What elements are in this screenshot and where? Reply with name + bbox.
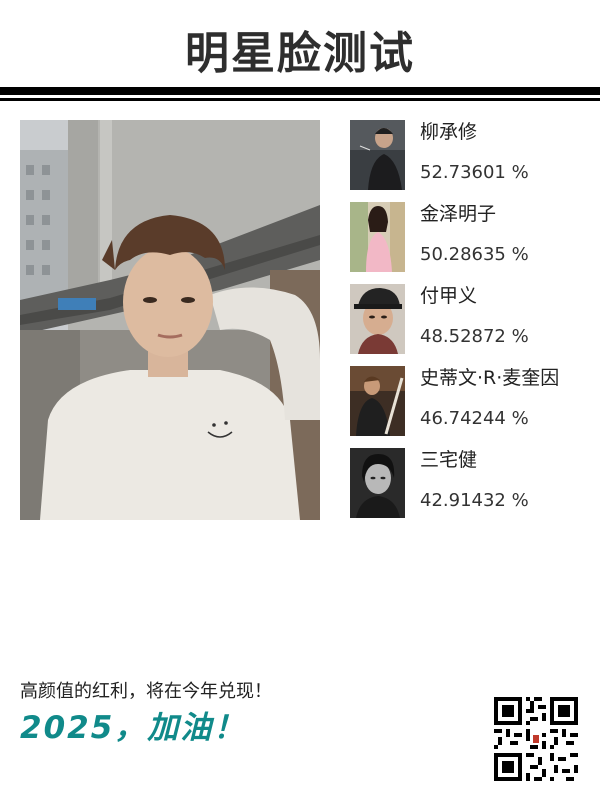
celebrity-portrait-icon bbox=[350, 366, 405, 436]
celebrity-portrait-icon bbox=[350, 284, 405, 354]
celebrity-name: 柳承修 bbox=[420, 121, 478, 143]
celebrity-name: 金泽明子 bbox=[420, 203, 497, 225]
match-result-item: 三宅健 42.91432 % bbox=[350, 448, 590, 518]
celebrity-portrait-icon bbox=[350, 448, 405, 518]
similarity-score: 46.74244 % bbox=[420, 408, 529, 429]
similarity-score: 42.91432 % bbox=[420, 490, 529, 511]
match-result-item: 金泽明子 50.28635 % bbox=[350, 202, 590, 272]
similarity-score: 48.52872 % bbox=[420, 326, 529, 347]
header-divider-thick bbox=[0, 87, 600, 95]
user-photo bbox=[20, 120, 320, 520]
similarity-score: 52.73601 % bbox=[420, 162, 529, 183]
celebrity-name: 付甲义 bbox=[420, 285, 478, 307]
match-result-item: 史蒂文·R·麦奎因 46.74244 % bbox=[350, 366, 590, 436]
celebrity-name: 三宅健 bbox=[420, 449, 478, 471]
similarity-score: 50.28635 % bbox=[420, 244, 529, 265]
qr-code-icon[interactable] bbox=[494, 697, 578, 781]
celebrity-name: 史蒂文·R·麦奎因 bbox=[420, 367, 560, 389]
header-divider-thin bbox=[0, 98, 600, 101]
footer-caption: 高颜值的红利，将在今年兑现！ bbox=[20, 681, 272, 702]
match-result-item: 柳承修 52.73601 % bbox=[350, 120, 590, 190]
page-title: 明星脸测试 bbox=[185, 28, 415, 79]
footer-slogan: 2025，加油！ bbox=[20, 710, 247, 746]
match-result-item: 付甲义 48.52872 % bbox=[350, 284, 590, 354]
celebrity-portrait-icon bbox=[350, 120, 405, 190]
celebrity-portrait-icon bbox=[350, 202, 405, 272]
